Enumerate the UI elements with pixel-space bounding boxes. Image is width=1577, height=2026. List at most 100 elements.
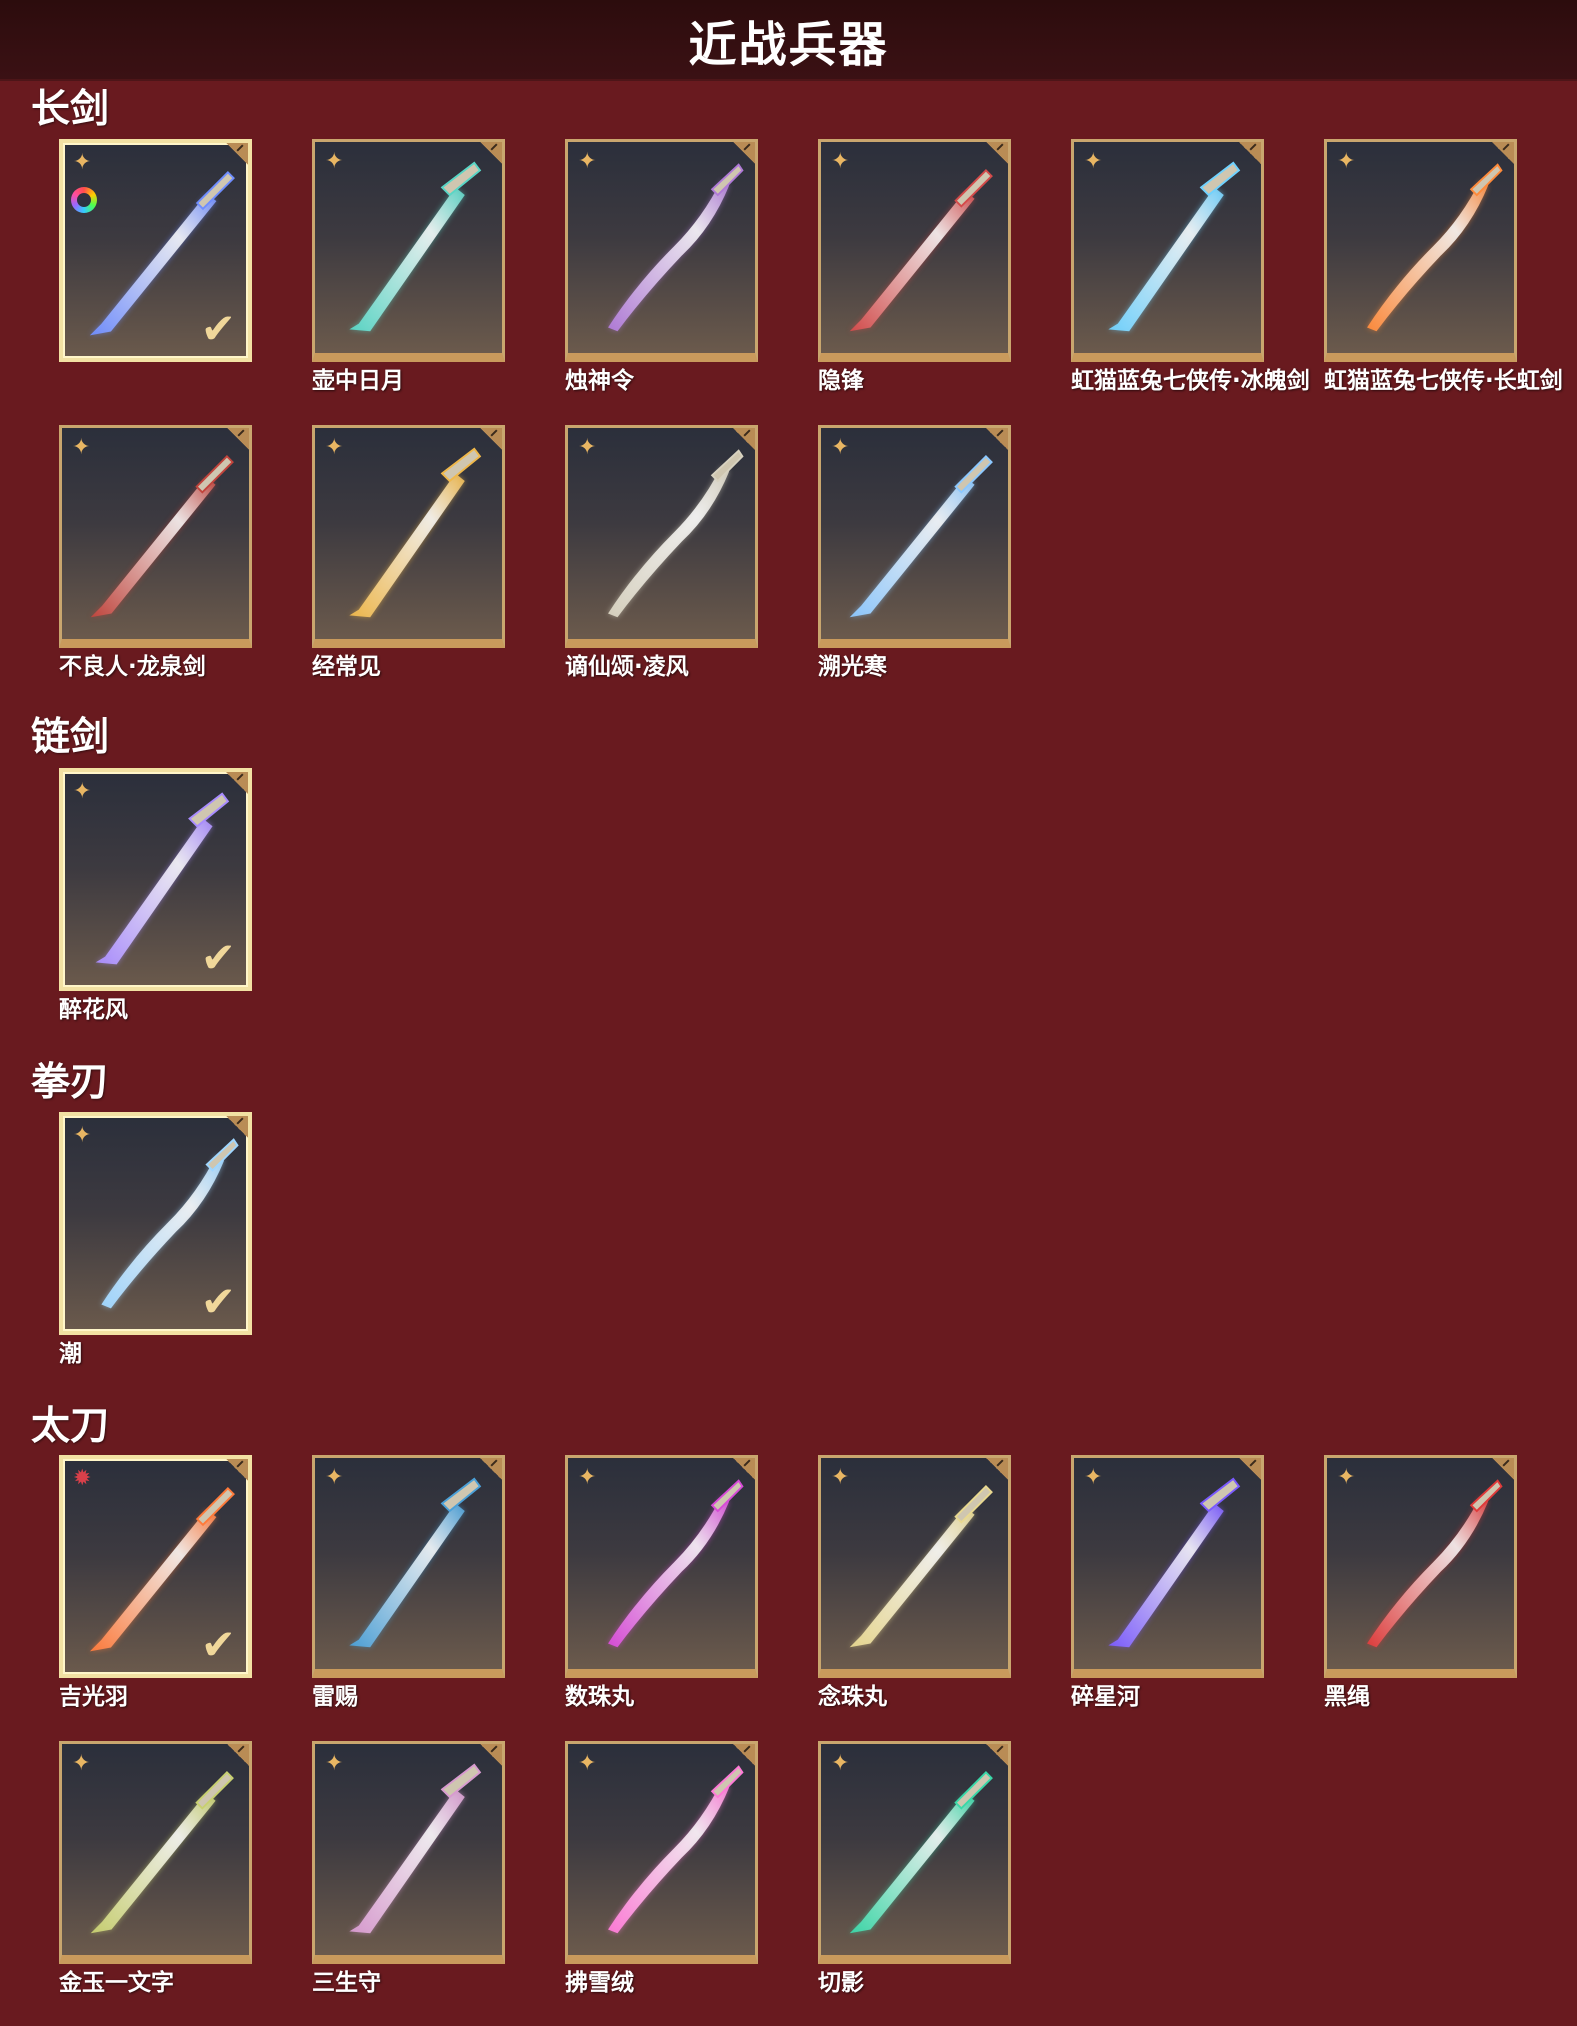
weapon-card[interactable]: ✦ bbox=[565, 425, 758, 648]
weapon-card[interactable]: ✦ bbox=[1071, 1455, 1264, 1678]
weapon-item[interactable]: ✦ 数珠丸 bbox=[565, 1455, 758, 1712]
weapon-card[interactable]: ✦ bbox=[565, 1455, 758, 1678]
checkmark-icon: ✔ bbox=[200, 1620, 236, 1669]
weapon-card[interactable]: ✦ bbox=[1324, 139, 1517, 362]
corner-tag-icon bbox=[986, 142, 1008, 164]
weapon-name: 金玉一文字 bbox=[59, 1970, 174, 1996]
weapon-illustration bbox=[1108, 1477, 1241, 1648]
weapon-item[interactable]: ✦ 不良人·龙泉剑 bbox=[59, 425, 252, 682]
weapon-card[interactable]: ✦ bbox=[565, 1741, 758, 1964]
weapon-card[interactable]: ✦ bbox=[312, 1741, 505, 1964]
weapon-name: 雷赐 bbox=[312, 1684, 358, 1710]
weapon-item[interactable]: ✦ 壶中日月 bbox=[312, 139, 505, 396]
corner-tag-icon bbox=[226, 1459, 248, 1481]
corner-tag-icon bbox=[226, 143, 248, 165]
corner-tag-icon bbox=[480, 428, 502, 450]
rarity-star-icon: ✦ bbox=[831, 1751, 850, 1776]
weapon-item[interactable]: ✦ 三生守 bbox=[312, 1741, 505, 1998]
rarity-star-icon: ✦ bbox=[1337, 149, 1356, 174]
weapon-card[interactable]: ✦ bbox=[565, 139, 758, 362]
weapon-item[interactable]: ✦ 切影 bbox=[818, 1741, 1011, 1998]
weapon-card[interactable]: ✦ bbox=[59, 425, 252, 648]
corner-tag-icon bbox=[733, 1458, 755, 1480]
weapon-illustration bbox=[849, 455, 993, 618]
corner-tag-icon bbox=[480, 1744, 502, 1766]
weapon-illustration bbox=[1108, 161, 1241, 332]
weapon-item[interactable]: ✦ 虹猫蓝兔七侠传·长虹剑 bbox=[1324, 139, 1563, 396]
weapon-item[interactable]: ✦ 碎星河 bbox=[1071, 1455, 1264, 1712]
weapon-illustration bbox=[608, 1479, 744, 1648]
weapon-illustration bbox=[849, 1485, 993, 1648]
rarity-star-icon: ✦ bbox=[831, 435, 850, 460]
corner-tag-icon bbox=[226, 772, 248, 794]
weapon-card[interactable]: ✹ ✔ bbox=[59, 1455, 252, 1678]
weapon-card[interactable]: ✦ bbox=[818, 139, 1011, 362]
weapon-item[interactable]: ✦ 经常见 bbox=[312, 425, 505, 682]
weapon-card[interactable]: ✦ ✔ bbox=[59, 1112, 252, 1335]
corner-tag-icon bbox=[480, 1458, 502, 1480]
rarity-star-icon: ✦ bbox=[578, 1465, 597, 1490]
corner-tag-icon bbox=[480, 142, 502, 164]
corner-tag-icon bbox=[1492, 1458, 1514, 1480]
weapon-card[interactable]: ✦ ✔ bbox=[59, 768, 252, 991]
checkmark-icon: ✔ bbox=[200, 933, 236, 982]
weapon-illustration bbox=[349, 161, 482, 332]
rarity-star-icon: ✦ bbox=[72, 1751, 91, 1776]
weapon-card[interactable]: ✦ bbox=[818, 1741, 1011, 1964]
weapon-illustration bbox=[349, 1477, 482, 1648]
rarity-star-icon: ✦ bbox=[1337, 1465, 1356, 1490]
rarity-star-icon: ✦ bbox=[831, 1465, 850, 1490]
corner-tag-icon bbox=[1492, 142, 1514, 164]
color-wheel-icon bbox=[71, 187, 97, 213]
weapon-card[interactable]: ✦ bbox=[818, 425, 1011, 648]
weapon-card[interactable]: ✦ bbox=[818, 1455, 1011, 1678]
weapon-item[interactable]: ✦ 念珠丸 bbox=[818, 1455, 1011, 1712]
weapon-item[interactable]: ✦ 谪仙颂·凌风 bbox=[565, 425, 758, 682]
weapon-name: 烛神令 bbox=[565, 368, 634, 394]
weapon-card[interactable]: ✦ bbox=[312, 425, 505, 648]
weapon-name: 念珠丸 bbox=[818, 1684, 887, 1710]
weapon-card[interactable]: ✦ bbox=[1071, 139, 1264, 362]
weapon-card[interactable]: ✦ ✔ bbox=[59, 139, 252, 362]
weapon-item[interactable]: ✦ 黑绳 bbox=[1324, 1455, 1517, 1712]
weapon-item[interactable]: ✦ ✔ 潮 bbox=[59, 1112, 252, 1369]
rarity-star-icon: ✦ bbox=[325, 1751, 344, 1776]
corner-tag-icon bbox=[733, 1744, 755, 1766]
weapon-item[interactable]: ✦ 溯光寒 bbox=[818, 425, 1011, 682]
weapon-illustration bbox=[608, 449, 744, 618]
weapon-item[interactable]: ✦ 金玉一文字 bbox=[59, 1741, 252, 1998]
weapon-item[interactable]: ✹ ✔ 吉光羽 bbox=[59, 1455, 252, 1712]
corner-tag-icon bbox=[227, 1744, 249, 1766]
weapon-item[interactable]: ✦ 烛神令 bbox=[565, 139, 758, 396]
weapon-card[interactable]: ✦ bbox=[312, 1455, 505, 1678]
weapon-name: 虹猫蓝兔七侠传·长虹剑 bbox=[1324, 368, 1563, 394]
corner-tag-icon bbox=[986, 428, 1008, 450]
rarity-star-icon: ✦ bbox=[73, 1123, 92, 1148]
corner-tag-icon bbox=[986, 1744, 1008, 1766]
rarity-star-icon: ✹ bbox=[73, 1466, 92, 1491]
weapon-item[interactable]: ✦ ✔ 醉花风 bbox=[59, 768, 252, 1025]
weapon-name: 壶中日月 bbox=[312, 368, 404, 394]
weapon-item[interactable]: ✦ ✔ bbox=[59, 139, 252, 368]
weapon-card[interactable]: ✦ bbox=[312, 139, 505, 362]
weapon-name: 不良人·龙泉剑 bbox=[59, 654, 206, 680]
weapon-name: 吉光羽 bbox=[59, 1684, 128, 1710]
weapon-illustration bbox=[349, 1763, 482, 1934]
weapon-name: 三生守 bbox=[312, 1970, 381, 1996]
weapon-illustration bbox=[349, 447, 482, 618]
weapon-name: 数珠丸 bbox=[565, 1684, 634, 1710]
weapon-card[interactable]: ✦ bbox=[59, 1741, 252, 1964]
rarity-star-icon: ✦ bbox=[831, 149, 850, 174]
weapon-item[interactable]: ✦ 拂雪绒 bbox=[565, 1741, 758, 1998]
weapon-item[interactable]: ✦ 虹猫蓝兔七侠传·冰魄剑 bbox=[1071, 139, 1310, 396]
weapon-name: 虹猫蓝兔七侠传·冰魄剑 bbox=[1071, 368, 1310, 394]
corner-tag-icon bbox=[1239, 1458, 1261, 1480]
weapon-card[interactable]: ✦ bbox=[1324, 1455, 1517, 1678]
weapon-item[interactable]: ✦ 隐锋 bbox=[818, 139, 1011, 396]
rarity-star-icon: ✦ bbox=[578, 149, 597, 174]
weapon-illustration bbox=[1367, 1479, 1503, 1648]
weapon-item[interactable]: ✦ 雷赐 bbox=[312, 1455, 505, 1712]
weapon-illustration bbox=[608, 1765, 744, 1934]
corner-tag-icon bbox=[986, 1458, 1008, 1480]
weapon-name: 碎星河 bbox=[1071, 1684, 1140, 1710]
